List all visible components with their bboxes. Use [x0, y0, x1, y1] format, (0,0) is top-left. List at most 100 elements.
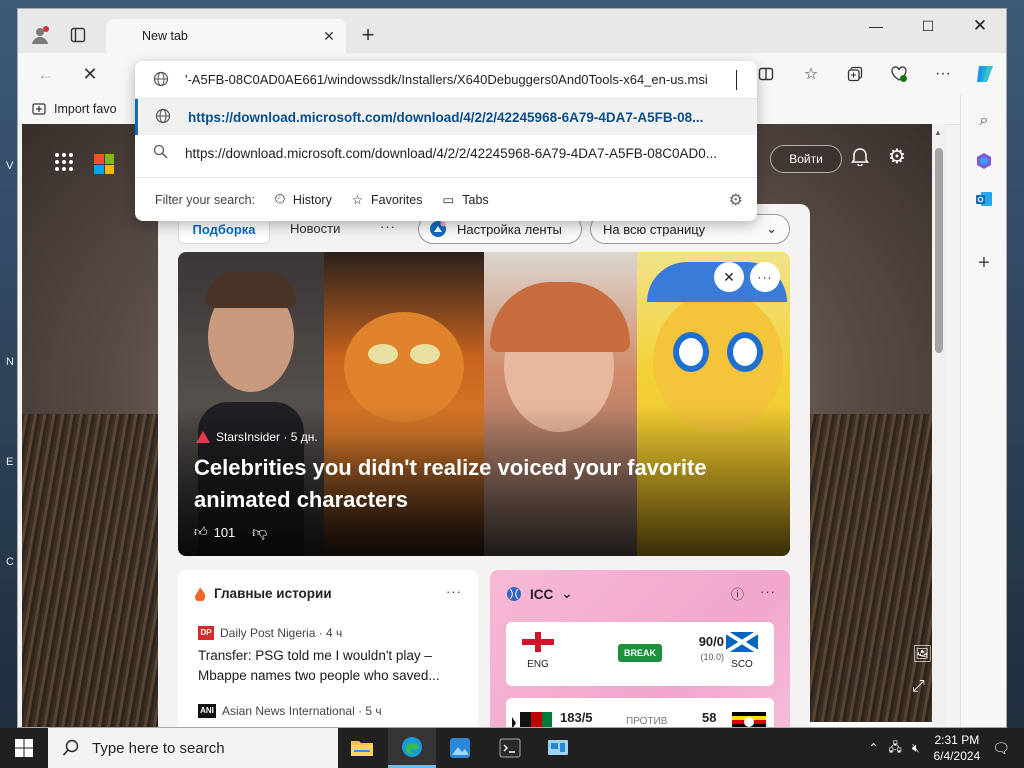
grid-dots-icon [55, 153, 73, 171]
clock-time: 2:31 PM [934, 733, 980, 747]
edge-sidebar: ⌕ + [960, 95, 1006, 727]
desktop-icon-label[interactable]: C [6, 556, 14, 568]
story-more-button[interactable]: ··· [750, 262, 780, 292]
stop-loading-button[interactable]: ✕ [74, 58, 106, 90]
filter-tabs-button[interactable]: ▭ Tabs [442, 192, 488, 208]
volume-muted-icon[interactable]: 🔇︎ [912, 741, 920, 756]
sidebar-add-button[interactable]: + [968, 247, 1000, 279]
personalize-label: Настройка ленты [457, 221, 562, 237]
sidebar-outlook-button[interactable] [968, 183, 1000, 215]
taskbar-terminal[interactable] [486, 728, 534, 768]
collections-button[interactable] [839, 58, 871, 90]
copilot-button[interactable] [969, 58, 1001, 90]
show-hidden-icons-chevron[interactable]: ⌃ [868, 741, 878, 755]
hero-title[interactable]: Celebrities you didn't realize voiced yo… [194, 452, 754, 516]
tab-actions-button[interactable] [62, 19, 94, 51]
suggestion-item[interactable]: https://download.microsoft.com/download/… [135, 135, 757, 171]
profile-button[interactable] [24, 19, 56, 51]
minimize-button[interactable]: — [850, 9, 902, 43]
suggestion-settings-gear-icon[interactable]: ⚙ [729, 190, 743, 210]
notification-center-icon[interactable]: 🗨︎ [992, 740, 1010, 757]
sign-in-button[interactable]: Войти [770, 145, 842, 173]
address-bar-text[interactable]: '-A5FB-08C0AD0AE661/windowssdk/Installer… [185, 72, 735, 87]
search-icon: ⌕ [979, 112, 989, 129]
team-sco: SCO [722, 630, 762, 670]
afghanistan-flag-icon [512, 712, 552, 727]
tab-close-icon[interactable]: ✕ [316, 23, 342, 49]
suggestion-text: https://download.microsoft.com/download/… [185, 145, 718, 161]
personalize-icon [430, 221, 446, 237]
top-stories-more-button[interactable]: ··· [446, 584, 462, 599]
apps-launcher-icon[interactable] [54, 152, 74, 178]
flame-icon [195, 586, 206, 601]
start-button[interactable] [0, 728, 48, 768]
search-placeholder: Type here to search [92, 739, 225, 757]
browser-window: New tab ✕ + — ☐ ✕ ← ✕ ☆ ··· Import favo [17, 8, 1007, 728]
search-icon [135, 144, 185, 162]
hair-shape [206, 272, 296, 308]
control-panel-icon [548, 740, 568, 755]
page-scrollbar[interactable]: ▲ [932, 124, 946, 727]
expand-icon[interactable]: ⤢ [912, 678, 932, 696]
star-list-icon: ☆ [803, 66, 819, 83]
taskbar-control-panel[interactable] [534, 728, 582, 768]
top-stories-header[interactable]: Главные истории [194, 586, 332, 601]
source-logo: DP [198, 626, 214, 640]
clock[interactable]: 2:31 PM 6/4/2024 [934, 732, 981, 764]
match-row[interactable]: 183/5 ПРОТИВ 58 [506, 698, 774, 727]
match-row[interactable]: ENG BREAK 90/0 (10.0) SCO [506, 622, 774, 686]
address-bar[interactable]: '-A5FB-08C0AD0AE661/windowssdk/Installer… [135, 61, 757, 99]
sidebar-search-button[interactable]: ⌕ [968, 105, 1000, 137]
tab-new-tab[interactable]: New tab ✕ [106, 19, 346, 53]
info-icon[interactable]: ⓘ [731, 584, 744, 603]
overs: (10.0) [700, 652, 724, 662]
icc-more-button[interactable]: ··· [760, 584, 776, 599]
filter-favorites-button[interactable]: ☆ Favorites [352, 192, 423, 208]
filter-history-button[interactable]: 🕘︎ History [275, 192, 332, 207]
story-item[interactable]: ANI Asian News International · 5 ч [198, 704, 468, 724]
system-tray: ⌃ 🖧︎ 🔇︎ 2:31 PM 6/4/2024 🗨︎ [868, 728, 1024, 768]
scrollbar-thumb[interactable] [935, 148, 943, 353]
story-source: Asian News International · 5 ч [222, 704, 382, 718]
taskbar-file-explorer[interactable] [338, 728, 386, 768]
sidebar-copilot-button[interactable] [968, 145, 1000, 177]
story-item[interactable]: DP Daily Post Nigeria · 4 ч Transfer: PS… [198, 626, 468, 686]
desktop-icon-label[interactable]: V [6, 160, 13, 172]
maximize-button[interactable]: ☐ [902, 9, 954, 43]
more-dots-icon: ··· [757, 270, 773, 284]
hide-story-button[interactable]: ✕ [714, 262, 744, 292]
starsinsider-logo-icon [196, 431, 210, 443]
hero-article-card[interactable]: StarsInsider · 5 дн. Celebrities you did… [178, 252, 790, 556]
story-title[interactable]: Transfer: PSG told me I wouldn't play – … [198, 646, 468, 686]
taskbar-search-box[interactable]: Type here to search [48, 728, 338, 768]
close-window-button[interactable]: ✕ [954, 9, 1006, 43]
network-icon[interactable]: 🖧︎ [889, 738, 902, 759]
globe-icon [153, 71, 169, 90]
folder-icon [351, 741, 373, 756]
chevron-down-icon: ⌄ [766, 221, 777, 236]
icc-header[interactable]: ICC ⌄ [506, 586, 573, 602]
dislike-button[interactable]: 👎︎ [252, 524, 267, 542]
tab-news[interactable]: Новости [290, 221, 340, 236]
settings-more-button[interactable]: ··· [927, 58, 959, 90]
new-tab-button[interactable]: + [352, 19, 384, 51]
microsoft-logo[interactable] [94, 154, 114, 174]
back-button[interactable]: ← [30, 58, 62, 90]
taskbar-photos[interactable] [436, 728, 484, 768]
browser-essentials-button[interactable] [883, 58, 915, 90]
feed-more-tabs-button[interactable]: ··· [380, 219, 396, 234]
desktop-icon-label[interactable]: E [6, 456, 13, 468]
suggestion-item[interactable]: https://download.microsoft.com/download/… [135, 99, 757, 135]
desktop-icon-label[interactable]: N [6, 356, 14, 368]
page-settings-gear-icon[interactable]: ⚙ [888, 144, 906, 169]
image-info-icon[interactable]: 🖼︎ [912, 644, 932, 664]
scroll-up-arrow-icon[interactable]: ▲ [934, 128, 942, 137]
taskbar-edge[interactable] [388, 728, 436, 768]
cricket-scores-card: ICC ⌄ ⓘ ··· ENG BREAK 90/0 (10.0) SCO 18… [490, 570, 790, 727]
tab-actions-icon [70, 27, 86, 43]
import-favorites-button[interactable]: Import favo [32, 102, 117, 116]
favorites-button[interactable]: ☆ [795, 58, 827, 90]
notifications-bell-icon[interactable] [850, 146, 870, 171]
history-icon: 🕘︎ [275, 192, 285, 206]
like-button[interactable]: 👍︎ 101 [194, 524, 235, 540]
